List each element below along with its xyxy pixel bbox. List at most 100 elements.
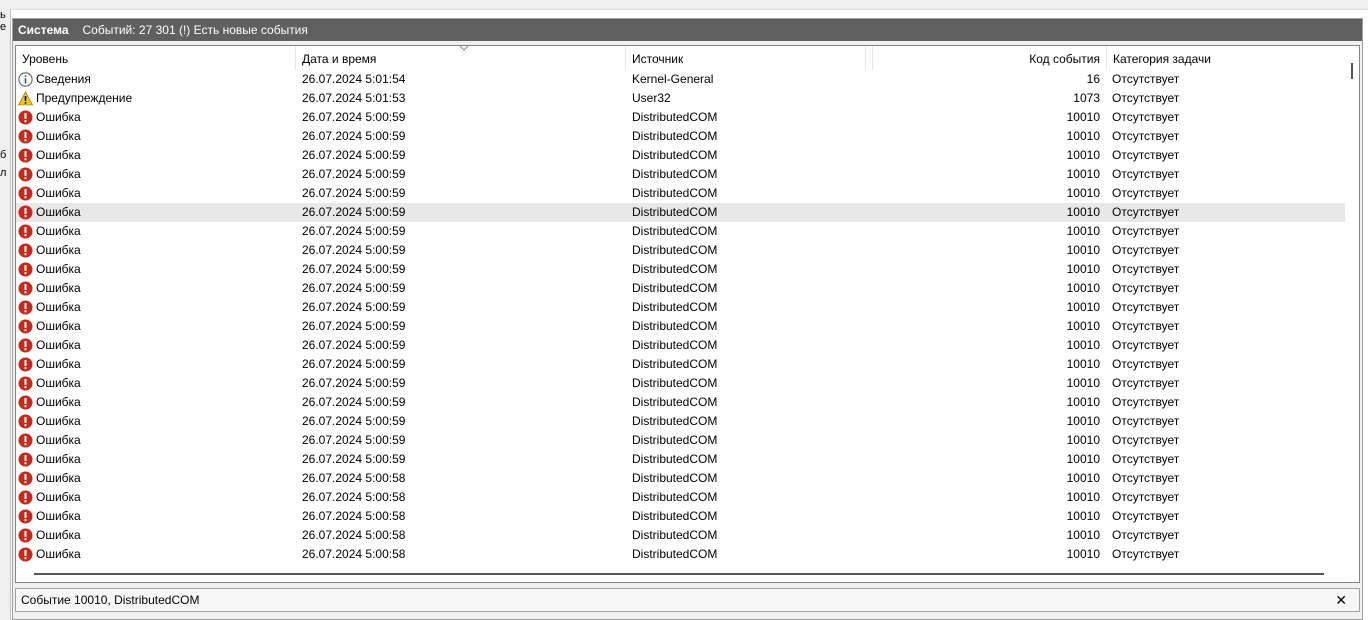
table-row[interactable]: Сведения 26.07.2024 5:01:54 Kernel-General…: [16, 70, 1346, 89]
cell-source: DistributedCOM: [632, 395, 718, 409]
error-icon: [18, 452, 33, 467]
cell-task-category: Отсутствует: [1112, 433, 1180, 447]
cell-level: Ошибка: [18, 184, 298, 203]
cell-task-category: Отсутствует: [1112, 452, 1180, 466]
table-row[interactable]: Ошибка 26.07.2024 5:00:59 DistributedCOM 10…: [16, 260, 1346, 279]
cell-datetime: 26.07.2024 5:00:59: [302, 167, 406, 181]
error-icon: [18, 414, 33, 429]
cell-event-id: 10010: [1066, 376, 1100, 390]
cell-datetime: 26.07.2024 5:00:59: [302, 357, 406, 371]
error-icon: [18, 148, 33, 163]
cell-datetime: 26.07.2024 5:00:59: [302, 281, 406, 295]
table-row[interactable]: Ошибка 26.07.2024 5:00:58 DistributedCOM 10…: [16, 545, 1346, 564]
cell-task-category: Отсутствует: [1112, 509, 1180, 523]
cell-event-id: 10010: [1066, 224, 1100, 238]
error-icon: [18, 224, 33, 239]
cell-datetime: 26.07.2024 5:00:59: [302, 300, 406, 314]
cell-datetime: 26.07.2024 5:01:54: [302, 72, 406, 86]
column-header-source[interactable]: Источник: [626, 46, 866, 70]
cell-task-category: Отсутствует: [1112, 414, 1180, 428]
column-header-level[interactable]: Уровень: [16, 46, 296, 70]
cell-source: DistributedCOM: [632, 262, 718, 276]
table-row[interactable]: Ошибка 26.07.2024 5:00:58 DistributedCOM 10…: [16, 488, 1346, 507]
cell-level: Ошибка: [18, 241, 298, 260]
column-header-task-category[interactable]: Категория задачи: [1107, 46, 1346, 70]
table-row[interactable]: Ошибка 26.07.2024 5:00:59 DistributedCOM 10…: [16, 355, 1346, 374]
table-row[interactable]: Ошибка 26.07.2024 5:00:59 DistributedCOM 10…: [16, 241, 1346, 260]
cell-datetime: 26.07.2024 5:00:59: [302, 110, 406, 124]
cell-task-category: Отсутствует: [1112, 167, 1180, 181]
level-label: Ошибка: [36, 243, 81, 257]
cell-event-id: 10010: [1066, 262, 1100, 276]
close-icon[interactable]: ✕: [1335, 589, 1347, 611]
cell-source: DistributedCOM: [632, 186, 718, 200]
table-row[interactable]: Ошибка 26.07.2024 5:00:59 DistributedCOM 10…: [16, 298, 1346, 317]
cell-event-id: 10010: [1066, 547, 1100, 561]
table-row[interactable]: Ошибка 26.07.2024 5:00:59 DistributedCOM 10…: [16, 146, 1346, 165]
cell-source: DistributedCOM: [632, 281, 718, 295]
error-icon: [18, 262, 33, 277]
table-row[interactable]: Ошибка 26.07.2024 5:00:59 DistributedCOM 10…: [16, 317, 1346, 336]
cell-event-id: 1073: [1073, 91, 1100, 105]
vertical-scroll-thumb[interactable]: [1351, 63, 1353, 79]
horizontal-scrollbar[interactable]: [16, 568, 1359, 582]
table-row[interactable]: Ошибка 26.07.2024 5:00:59 DistributedCOM 10…: [16, 279, 1346, 298]
cell-level: Ошибка: [18, 146, 298, 165]
event-detail-title: Событие 10010, DistributedCOM: [21, 593, 200, 607]
cell-datetime: 26.07.2024 5:00:59: [302, 376, 406, 390]
table-row[interactable]: Ошибка 26.07.2024 5:00:59 DistributedCOM 10…: [16, 203, 1346, 222]
table-row[interactable]: Ошибка 26.07.2024 5:00:58 DistributedCOM 10…: [16, 526, 1346, 545]
cell-datetime: 26.07.2024 5:00:59: [302, 148, 406, 162]
cell-source: DistributedCOM: [632, 319, 718, 333]
cell-datetime: 26.07.2024 5:00:59: [302, 205, 406, 219]
cell-source: Kernel-General: [632, 72, 714, 86]
level-label: Ошибка: [36, 547, 81, 561]
level-label: Ошибка: [36, 471, 81, 485]
table-row[interactable]: Ошибка 26.07.2024 5:00:59 DistributedCOM 10…: [16, 222, 1346, 241]
cell-source: DistributedCOM: [632, 243, 718, 257]
cell-task-category: Отсутствует: [1112, 547, 1180, 561]
events-grid[interactable]: Уровень Дата и время Источник Код событи…: [15, 45, 1360, 583]
table-row[interactable]: Ошибка 26.07.2024 5:00:59 DistributedCOM 10…: [16, 108, 1346, 127]
vertical-scrollbar[interactable]: [1345, 46, 1359, 582]
table-row[interactable]: Ошибка 26.07.2024 5:00:59 DistributedCOM 10…: [16, 412, 1346, 431]
horizontal-scroll-thumb[interactable]: [34, 573, 1324, 575]
cell-task-category: Отсутствует: [1112, 471, 1180, 485]
cell-datetime: 26.07.2024 5:00:59: [302, 414, 406, 428]
cell-event-id: 10010: [1066, 414, 1100, 428]
cell-level: Ошибка: [18, 127, 298, 146]
event-rows: Сведения 26.07.2024 5:01:54 Kernel-General…: [16, 70, 1346, 564]
cell-level: Ошибка: [18, 260, 298, 279]
table-row[interactable]: Ошибка 26.07.2024 5:00:59 DistributedCOM 10…: [16, 184, 1346, 203]
column-header-event-id[interactable]: Код события: [867, 46, 1107, 70]
error-icon: [18, 110, 33, 125]
error-icon: [18, 167, 33, 182]
cell-datetime: 26.07.2024 5:00:59: [302, 224, 406, 238]
error-icon: [18, 300, 33, 315]
cell-level: Ошибка: [18, 469, 298, 488]
table-row[interactable]: Ошибка 26.07.2024 5:00:58 DistributedCOM 10…: [16, 507, 1346, 526]
cell-source: DistributedCOM: [632, 528, 718, 542]
cell-level: Ошибка: [18, 431, 298, 450]
table-row[interactable]: Ошибка 26.07.2024 5:00:59 DistributedCOM 10…: [16, 127, 1346, 146]
table-row[interactable]: Ошибка 26.07.2024 5:00:59 DistributedCOM 10…: [16, 450, 1346, 469]
table-row[interactable]: Ошибка 26.07.2024 5:00:59 DistributedCOM 10…: [16, 393, 1346, 412]
cell-event-id: 10010: [1066, 243, 1100, 257]
cell-level: Ошибка: [18, 165, 298, 184]
cell-event-id: 10010: [1066, 357, 1100, 371]
table-row[interactable]: Ошибка 26.07.2024 5:00:59 DistributedCOM 10…: [16, 165, 1346, 184]
window-top-band: [0, 0, 1368, 10]
cell-task-category: Отсутствует: [1112, 205, 1180, 219]
table-row[interactable]: Ошибка 26.07.2024 5:00:59 DistributedCOM 10…: [16, 431, 1346, 450]
level-label: Ошибка: [36, 319, 81, 333]
table-row[interactable]: Ошибка 26.07.2024 5:00:59 DistributedCOM 10…: [16, 374, 1346, 393]
cell-event-id: 10010: [1066, 528, 1100, 542]
level-label: Ошибка: [36, 129, 81, 143]
cell-source: DistributedCOM: [632, 338, 718, 352]
level-label: Ошибка: [36, 262, 81, 276]
cell-level: Ошибка: [18, 374, 298, 393]
table-row[interactable]: Предупреждение 26.07.2024 5:01:53 User32 10…: [16, 89, 1346, 108]
table-row[interactable]: Ошибка 26.07.2024 5:00:59 DistributedCOM 10…: [16, 336, 1346, 355]
cell-event-id: 10010: [1066, 433, 1100, 447]
table-row[interactable]: Ошибка 26.07.2024 5:00:58 DistributedCOM 10…: [16, 469, 1346, 488]
